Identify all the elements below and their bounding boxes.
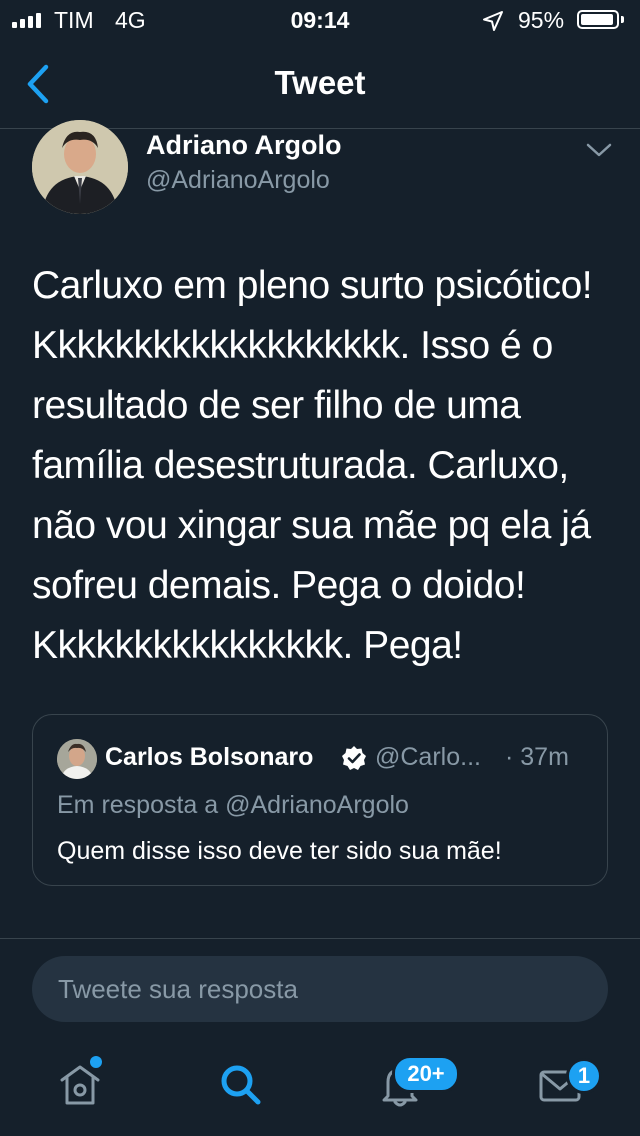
battery-tip <box>621 16 624 23</box>
page-title: Tweet <box>274 64 366 101</box>
home-unread-dot <box>90 1056 102 1068</box>
quoted-timestamp: · 37m <box>505 743 569 771</box>
messages-badge: 1 <box>566 1058 602 1094</box>
reply-placeholder: Tweete sua resposta <box>58 974 298 1004</box>
reply-input[interactable]: Tweete sua resposta <box>32 956 608 1022</box>
notifications-badge: 20+ <box>392 1055 460 1093</box>
quoted-reply-context: Em resposta a @AdrianoArgolo <box>57 791 409 819</box>
battery-icon <box>577 10 619 29</box>
battery-percent: 95% <box>518 7 565 33</box>
status-bar: TIM 4G 09:14 95% <box>0 0 640 40</box>
search-icon <box>221 1065 261 1105</box>
location-arrow-icon <box>483 11 503 31</box>
chevron-down-icon[interactable] <box>584 140 614 160</box>
tab-search[interactable] <box>216 1060 264 1110</box>
author-name[interactable]: Adriano Argolo <box>146 130 342 161</box>
divider <box>0 938 640 939</box>
avatar-photo <box>32 120 128 214</box>
battery-fill <box>581 14 613 25</box>
author-handle[interactable]: @AdrianoArgolo <box>146 166 330 195</box>
quoted-author-handle: @Carlo... <box>375 743 481 771</box>
tweet-text: Carluxo em pleno surto psicótico! Kkkkkk… <box>32 264 593 667</box>
verified-badge-icon <box>342 746 366 770</box>
quoted-tweet-text: Quem disse isso deve ter sido sua mãe! <box>57 837 502 865</box>
quoted-author-avatar[interactable] <box>57 739 97 779</box>
quoted-author-name: Carlos Bolsonaro <box>105 743 314 771</box>
nav-header: Tweet <box>0 40 640 129</box>
quoted-tweet-card[interactable]: Carlos Bolsonaro @Carlo... · 37m Em resp… <box>32 714 608 886</box>
avatar-photo <box>57 739 97 779</box>
author-avatar[interactable] <box>32 120 128 214</box>
